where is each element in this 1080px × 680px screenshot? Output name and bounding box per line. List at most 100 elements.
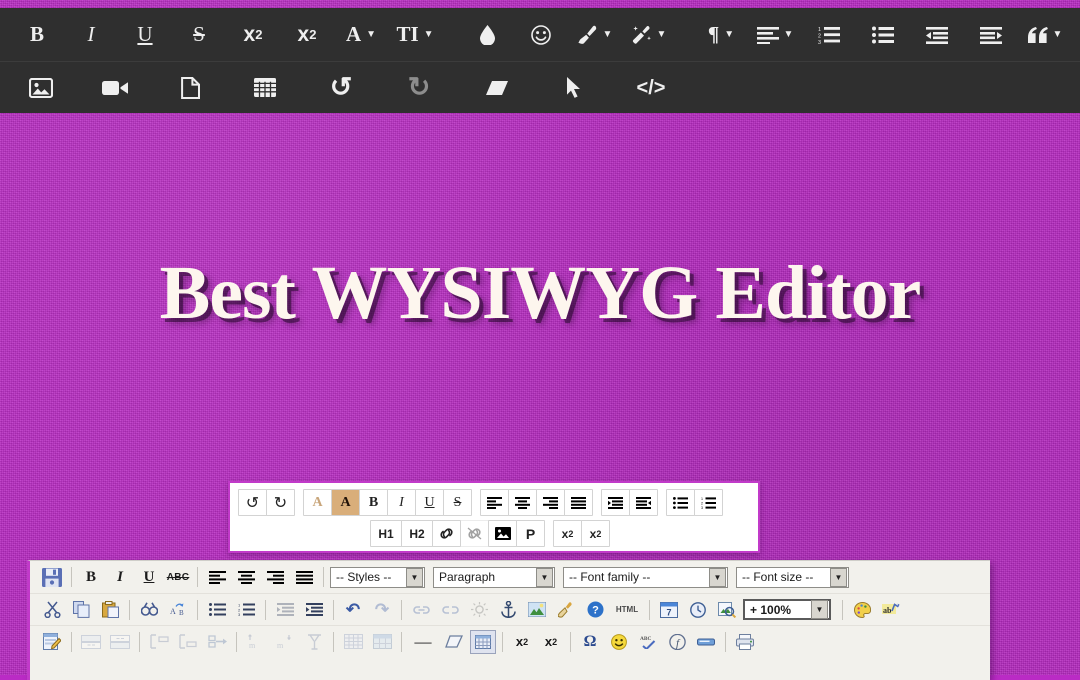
unlink-button[interactable]	[460, 520, 489, 547]
subscript-button[interactable]: x2	[509, 630, 535, 654]
flash-icon[interactable]: f	[664, 630, 690, 654]
horizontal-rule-icon[interactable]: —	[408, 630, 438, 654]
cleanup-brush-icon[interactable]	[553, 598, 579, 622]
bullet-list-icon[interactable]	[864, 15, 902, 55]
insert-column-before-icon[interactable]	[146, 630, 172, 654]
align-justify-button[interactable]	[291, 565, 317, 589]
underline-button[interactable]: U	[415, 489, 444, 516]
insert-table-icon[interactable]	[246, 68, 284, 108]
paragraph-select[interactable]: Paragraph ▼	[433, 566, 555, 588]
split-cell-horizontal-icon[interactable]: m	[243, 630, 269, 654]
insert-row-before-icon[interactable]	[78, 630, 104, 654]
align-left-button[interactable]	[480, 489, 509, 516]
cut-icon[interactable]	[39, 598, 65, 622]
redo-icon[interactable]: ↻	[400, 68, 438, 108]
spellcheck-icon[interactable]: ab	[878, 598, 904, 622]
eraser-icon[interactable]	[441, 630, 467, 654]
text-color-button[interactable]: A ▼	[342, 15, 380, 55]
font-size-select[interactable]: -- Font size -- ▼	[736, 566, 849, 588]
outdent-icon[interactable]	[272, 598, 298, 622]
strikethrough-button[interactable]: S	[180, 15, 218, 55]
align-right-button[interactable]	[536, 489, 565, 516]
table-properties-icon[interactable]	[369, 630, 395, 654]
droplet-icon[interactable]	[468, 15, 506, 55]
unlink-icon[interactable]	[437, 598, 463, 622]
align-right-button[interactable]	[262, 565, 288, 589]
underline-button[interactable]: U	[126, 15, 164, 55]
numbered-list-icon[interactable]: 123	[233, 598, 259, 622]
undo-button[interactable]: ↺	[238, 489, 267, 516]
indent-button[interactable]	[601, 489, 630, 516]
indent-icon[interactable]	[301, 598, 327, 622]
brush-icon[interactable]: ▼	[576, 15, 614, 55]
insert-file-icon[interactable]	[171, 68, 209, 108]
bold-button[interactable]: B	[78, 565, 104, 589]
italic-button[interactable]: I	[107, 565, 133, 589]
spellcheck-abc-icon[interactable]: ABC	[635, 630, 661, 654]
anchor-icon[interactable]	[495, 598, 521, 622]
paragraph-format-button[interactable]: ¶ ▼	[702, 15, 740, 55]
text-color-button[interactable]: A	[303, 489, 332, 516]
strikethrough-button[interactable]: ABC	[165, 565, 191, 589]
outdent-button[interactable]	[629, 489, 658, 516]
anchor-remove-icon[interactable]	[466, 598, 492, 622]
preview-icon[interactable]	[714, 598, 740, 622]
insert-image-icon[interactable]	[524, 598, 550, 622]
align-justify-button[interactable]	[564, 489, 593, 516]
align-dropdown-button[interactable]: ▼	[756, 15, 794, 55]
paragraph-button[interactable]: P	[516, 520, 545, 547]
cell-properties-icon[interactable]	[301, 630, 327, 654]
clock-icon[interactable]	[685, 598, 711, 622]
italic-button[interactable]: I	[387, 489, 416, 516]
numbered-list-icon[interactable]: 123	[810, 15, 848, 55]
subscript-button[interactable]: x2	[553, 520, 582, 547]
find-icon[interactable]	[136, 598, 162, 622]
highlight-color-button[interactable]: A	[331, 489, 360, 516]
styles-select[interactable]: -- Styles -- ▼	[330, 566, 425, 588]
insert-table-icon[interactable]	[470, 629, 496, 654]
heading2-button[interactable]: H2	[401, 520, 433, 547]
magic-wand-icon[interactable]: ▼	[630, 15, 668, 55]
align-left-button[interactable]	[204, 565, 230, 589]
bullet-list-icon[interactable]	[204, 598, 230, 622]
align-center-button[interactable]	[508, 489, 537, 516]
table-grid-icon[interactable]	[340, 630, 366, 654]
html-button[interactable]: HTML	[611, 598, 643, 622]
insert-row-after-icon[interactable]	[107, 630, 133, 654]
help-icon[interactable]: ?	[582, 598, 608, 622]
save-button[interactable]	[39, 565, 65, 589]
heading1-button[interactable]: H1	[370, 520, 402, 547]
media-icon[interactable]	[693, 630, 719, 654]
subscript-button[interactable]: x2	[234, 15, 272, 55]
insert-video-icon[interactable]	[96, 68, 134, 108]
code-view-icon[interactable]: </>	[632, 68, 670, 108]
bold-button[interactable]: B	[18, 15, 56, 55]
indent-icon[interactable]	[972, 15, 1010, 55]
italic-button[interactable]: I	[72, 15, 110, 55]
underline-button[interactable]: U	[136, 565, 162, 589]
superscript-button[interactable]: x2	[538, 630, 564, 654]
image-button[interactable]	[488, 520, 517, 547]
strikethrough-button[interactable]: S	[443, 489, 472, 516]
font-size-button[interactable]: TI ▼	[396, 15, 434, 55]
numbered-list-button[interactable]: 123	[694, 489, 723, 516]
select-cursor-icon[interactable]	[555, 68, 593, 108]
font-family-select[interactable]: -- Font family -- ▼	[563, 566, 728, 588]
paste-icon[interactable]	[97, 598, 123, 622]
color-palette-icon[interactable]	[849, 598, 875, 622]
special-character-icon[interactable]: Ω	[577, 630, 603, 654]
bold-button[interactable]: B	[359, 489, 388, 516]
split-cell-vertical-icon[interactable]: m	[272, 630, 298, 654]
insert-image-icon[interactable]	[22, 68, 60, 108]
undo-icon[interactable]: ↺	[322, 68, 360, 108]
blockquote-icon[interactable]: ▼	[1026, 15, 1064, 55]
zoom-select[interactable]: + 100% ▼	[743, 599, 831, 620]
link-icon[interactable]	[408, 598, 434, 622]
emoticon-icon[interactable]	[606, 630, 632, 654]
superscript-button[interactable]: x2	[288, 15, 326, 55]
calendar-icon[interactable]: 7	[656, 598, 682, 622]
print-icon[interactable]	[732, 630, 758, 654]
link-button[interactable]	[432, 520, 461, 547]
redo-button[interactable]: ↻	[266, 489, 295, 516]
redo-icon[interactable]: ↷	[369, 598, 395, 622]
